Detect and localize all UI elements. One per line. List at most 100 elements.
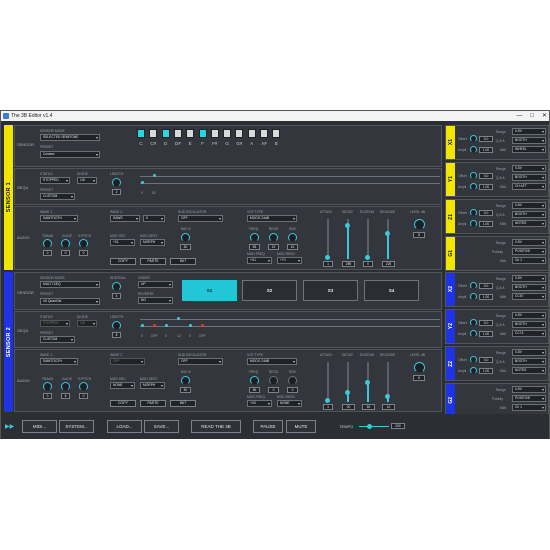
init-button[interactable]: INIT bbox=[170, 400, 196, 407]
play-icon[interactable]: ▶▶ bbox=[5, 423, 14, 430]
load-button[interactable]: LOAD... bbox=[107, 420, 142, 433]
pause-button[interactable]: PAUSE bbox=[253, 420, 283, 433]
ampli-value[interactable]: 1.00 bbox=[479, 221, 493, 227]
trans-knob[interactable] bbox=[43, 382, 52, 391]
mod-reso-select[interactable]: +Y1 bbox=[277, 257, 302, 264]
midi-select[interactable]: Ch 1 bbox=[512, 257, 546, 264]
decay-slider[interactable] bbox=[345, 219, 350, 259]
seq-step-dot-off[interactable] bbox=[201, 324, 204, 327]
vcf-type-select[interactable]: MOOG 24dB bbox=[247, 215, 297, 222]
wave1-select[interactable]: SAWTOOTH bbox=[40, 358, 78, 365]
midi-select[interactable]: WHEEL bbox=[512, 146, 546, 153]
hpitch-value[interactable]: 0 bbox=[79, 393, 88, 399]
decay-value[interactable]: 20 bbox=[342, 404, 355, 410]
seq-preset-select[interactable]: CUSTOM bbox=[40, 336, 75, 343]
key-f-toggle[interactable] bbox=[198, 129, 207, 138]
mod-freq-select[interactable]: +X1 bbox=[247, 257, 272, 264]
mod-dest-select[interactable]: MORPH bbox=[140, 239, 165, 246]
decay-slider[interactable] bbox=[345, 362, 350, 402]
trans-value[interactable]: 0 bbox=[43, 250, 52, 256]
init-button[interactable]: INIT bbox=[170, 258, 196, 265]
divide-select[interactable]: 1/8 bbox=[77, 177, 97, 184]
step-s3-button[interactable]: S3 bbox=[303, 280, 358, 301]
ampli-value[interactable]: 1.00 bbox=[479, 184, 493, 190]
hpitch-value[interactable]: 0 bbox=[79, 250, 88, 256]
offset-value[interactable]: 0.0 bbox=[479, 357, 493, 363]
release-slider[interactable] bbox=[385, 362, 390, 402]
step-s4-button[interactable]: S4 bbox=[364, 280, 419, 301]
copy-button[interactable]: COPY bbox=[110, 258, 136, 265]
sensor-mode-select[interactable]: SELECTED SEMITONE bbox=[40, 134, 100, 141]
freq-knob[interactable] bbox=[250, 233, 259, 242]
midi-select[interactable]: Ch 1 bbox=[512, 404, 546, 411]
system-button[interactable]: SYSTEM... bbox=[59, 420, 94, 433]
mod-src-select[interactable]: NONE bbox=[110, 382, 135, 389]
midi-select[interactable]: CC74 bbox=[512, 330, 546, 337]
env-value[interactable]: 42 bbox=[287, 244, 298, 250]
offset-knob[interactable] bbox=[470, 356, 477, 363]
range-select[interactable]: 0-5V bbox=[512, 386, 546, 393]
offset-knob[interactable] bbox=[470, 135, 477, 142]
ampli-value[interactable]: 1.00 bbox=[479, 368, 493, 374]
seq-step-dot[interactable] bbox=[165, 324, 168, 327]
qa-select[interactable]: BOOTH bbox=[512, 211, 546, 218]
midi-select[interactable]: NOTES bbox=[512, 367, 546, 374]
key-asharp-toggle[interactable] bbox=[260, 129, 268, 138]
length-knob[interactable] bbox=[112, 178, 121, 187]
mix-value[interactable]: 50 bbox=[180, 244, 191, 250]
mod-src-select[interactable]: +01 bbox=[110, 239, 135, 246]
range-select[interactable]: 0-5V bbox=[512, 128, 546, 135]
mix-knob[interactable] bbox=[181, 376, 190, 385]
mute-button[interactable]: MUTE bbox=[286, 420, 316, 433]
offset-value[interactable]: 0.0 bbox=[479, 210, 493, 216]
glide-knob[interactable] bbox=[61, 382, 70, 391]
length-knob[interactable] bbox=[112, 321, 121, 330]
level-knob[interactable] bbox=[414, 219, 425, 230]
seq-step-dot[interactable] bbox=[153, 174, 156, 177]
key-gsharp-toggle[interactable] bbox=[235, 129, 244, 138]
vcf-type-select[interactable]: MOOG 24dB bbox=[247, 358, 297, 365]
polarity-select[interactable]: POSITIVE bbox=[512, 395, 546, 402]
midi-select[interactable]: CC57 bbox=[512, 293, 546, 300]
decay-value[interactable]: 289 bbox=[342, 261, 355, 267]
sustain-slider[interactable] bbox=[365, 219, 370, 260]
wave2-variant-select[interactable]: 0 bbox=[143, 215, 165, 222]
key-fsharp-toggle[interactable] bbox=[210, 129, 219, 138]
mod-dest-select[interactable]: MORPH bbox=[140, 382, 165, 389]
sensor-mode-select[interactable]: MULTI SEQ bbox=[40, 281, 100, 288]
ampli-value[interactable]: 1.00 bbox=[479, 147, 493, 153]
ampli-knob[interactable] bbox=[470, 220, 477, 227]
key-b-toggle[interactable] bbox=[272, 129, 281, 138]
offset-knob[interactable] bbox=[470, 172, 477, 179]
sub-osc-select[interactable]: OFF bbox=[178, 358, 223, 365]
reverse-select[interactable]: NO bbox=[138, 297, 173, 304]
attack-slider[interactable] bbox=[325, 362, 330, 403]
reso-knob[interactable] bbox=[269, 376, 278, 385]
release-slider[interactable] bbox=[385, 219, 390, 259]
range-select[interactable]: 0-5V bbox=[512, 275, 546, 282]
midi-select[interactable]: NOTES bbox=[512, 220, 546, 227]
interval-value[interactable]: 4 bbox=[112, 293, 121, 299]
range-select[interactable]: 0-8V bbox=[512, 349, 546, 356]
length-value[interactable]: 2 bbox=[112, 189, 121, 195]
range-select[interactable]: 0-8V bbox=[512, 202, 546, 209]
tempo-slider-thumb[interactable] bbox=[367, 424, 372, 429]
sub-osc-select[interactable]: OFF bbox=[178, 215, 223, 222]
offset-value[interactable]: 0.0 bbox=[479, 283, 493, 289]
qa-select[interactable]: BOOTH bbox=[512, 358, 546, 365]
offset-value[interactable]: 0.0 bbox=[479, 136, 493, 142]
paste-button[interactable]: PASTE bbox=[140, 400, 166, 407]
minimize-icon[interactable]: — bbox=[516, 111, 522, 121]
release-value[interactable]: 10 bbox=[382, 404, 395, 410]
freq-value[interactable]: 56 bbox=[249, 387, 260, 393]
sustain-value[interactable]: 0 bbox=[363, 261, 373, 267]
copy-button[interactable]: COPY bbox=[110, 400, 136, 407]
tempo-value[interactable]: 200 bbox=[391, 423, 405, 429]
reso-value[interactable]: 0 bbox=[268, 387, 279, 393]
release-value[interactable]: 225 bbox=[382, 261, 395, 267]
key-a-toggle[interactable] bbox=[247, 129, 256, 138]
qa-select[interactable]: BOOTH bbox=[512, 137, 546, 144]
close-icon[interactable]: ✕ bbox=[542, 111, 547, 121]
step-s2-button[interactable]: S2 bbox=[242, 280, 297, 301]
glide-knob[interactable] bbox=[61, 239, 70, 248]
